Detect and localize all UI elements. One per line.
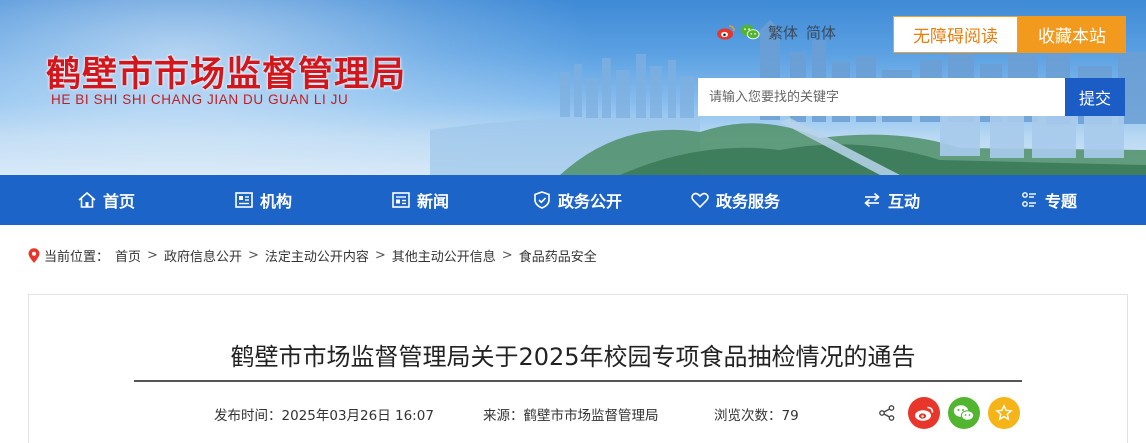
shield-icon: [534, 191, 550, 209]
article-source: 来源：鹤壁市市场监督管理局: [483, 408, 659, 424]
nav-item-home[interactable]: 首页: [77, 175, 135, 225]
nav-item-organization[interactable]: 机构: [234, 175, 292, 225]
nav-item-government-affairs[interactable]: 政务公开: [532, 175, 622, 225]
breadcrumb-link-gov-info[interactable]: 政府信息公开: [164, 246, 242, 265]
language-switch: 繁体 简体: [768, 22, 836, 43]
news-icon: [392, 192, 410, 208]
heart-icon: [691, 192, 709, 209]
lang-simplified-link[interactable]: 简体: [806, 22, 836, 43]
share-wechat-button[interactable]: [948, 397, 980, 429]
breadcrumb-separator: >: [374, 248, 386, 263]
nav-item-news[interactable]: 新闻: [391, 175, 449, 225]
breadcrumb-link-food-drug[interactable]: 食品药品安全: [519, 246, 597, 265]
weibo-icon[interactable]: [716, 23, 736, 41]
view-count: 浏览次数：79: [714, 408, 799, 424]
breadcrumb-separator: >: [147, 248, 158, 263]
nav-item-topics[interactable]: 专题: [1019, 175, 1077, 225]
topic-icon: [1022, 192, 1036, 207]
home-icon: [78, 191, 96, 208]
breadcrumb-separator: >: [247, 248, 259, 263]
header-social-links: [716, 23, 760, 41]
wechat-icon: [953, 405, 975, 421]
accessibility-button[interactable]: 无障碍阅读: [893, 16, 1018, 53]
breadcrumb-link-other-info[interactable]: 其他主动公开信息: [392, 246, 496, 265]
breadcrumb-link-statutory[interactable]: 法定主动公开内容: [265, 246, 369, 265]
title-divider: [134, 380, 1022, 382]
nav-label: 首页: [103, 192, 136, 211]
nav-label: 新闻: [417, 192, 450, 211]
wechat-icon[interactable]: [740, 23, 760, 41]
nav-label: 政务服务: [716, 192, 781, 211]
article-title: 鹤壁市市场监督管理局关于2025年校园专项食品抽检情况的通告: [230, 343, 916, 371]
share-icon: [879, 405, 895, 421]
search-submit-button[interactable]: 提交: [1065, 78, 1125, 116]
location-pin-icon: [28, 247, 40, 263]
nav-label: 机构: [260, 192, 293, 211]
nav-item-government-services[interactable]: 政务服务: [690, 175, 780, 225]
main-nav: 首页 机构 新闻 政务公开 政务服务 互动 专题: [0, 175, 1146, 225]
search-input[interactable]: [698, 78, 1065, 116]
share-favorite-button[interactable]: [988, 397, 1020, 429]
nav-label: 互动: [888, 192, 921, 211]
publish-time: 发布时间：2025年03月26日 16:07: [214, 408, 434, 424]
nav-item-interaction[interactable]: 互动: [862, 175, 920, 225]
exchange-icon: [864, 192, 880, 208]
share-bar: [878, 397, 1020, 429]
site-pinyin: HE BI SHI SHI CHANG JIAN DU GUAN LI JU: [51, 92, 349, 107]
weibo-icon: [915, 406, 934, 421]
share-weibo-button[interactable]: [908, 397, 940, 429]
nav-label: 专题: [1045, 192, 1078, 211]
breadcrumb-link-home[interactable]: 首页: [115, 246, 141, 265]
star-icon: [995, 404, 1013, 421]
bookmark-site-button[interactable]: 收藏本站: [1018, 16, 1126, 53]
site-title: 鹤壁市市场监督管理局: [46, 55, 407, 95]
lang-traditional-link[interactable]: 繁体: [768, 22, 798, 43]
org-icon: [235, 192, 253, 208]
nav-label: 政务公开: [558, 192, 623, 211]
breadcrumb-separator: >: [501, 248, 513, 263]
breadcrumb: 当前位置： 首页 > 政府信息公开 > 法定主动公开内容 > 其他主动公开信息 …: [27, 246, 597, 265]
header-banner: 鹤壁市市场监督管理局 HE BI SHI SHI CHANG JIAN DU G…: [0, 0, 1146, 175]
breadcrumb-prefix: 当前位置：: [44, 250, 110, 265]
